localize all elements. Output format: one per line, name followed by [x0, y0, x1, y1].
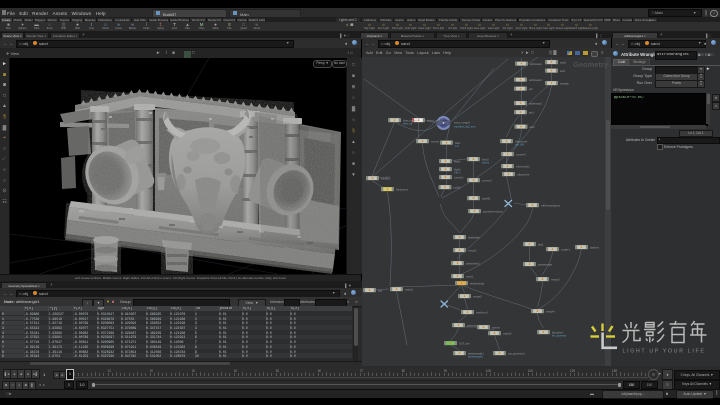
svg-text:stash: stash: [560, 61, 567, 64]
svg-text:3 in: 3 in: [455, 145, 460, 148]
svg-text:exploded_obj1_smo: exploded_obj1_smo: [454, 126, 476, 129]
svg-text:convert3: convert3: [482, 179, 492, 182]
svg-text:platform: platform: [590, 246, 599, 249]
svg-text:switch1: switch1: [405, 288, 414, 291]
svg-text:grid1: grid1: [538, 243, 544, 246]
svg-text:attribwrangle1: attribwrangle1: [468, 356, 484, 359]
svg-text:polyfill1: polyfill1: [482, 197, 491, 200]
svg-text:wrangle: wrangle: [560, 82, 569, 85]
svg-text:attr2: attr2: [530, 126, 536, 129]
svg-text:merge5: merge5: [473, 295, 482, 298]
svg-text:convert4: convert4: [516, 153, 526, 156]
svg-text:transform1: transform1: [476, 311, 489, 314]
svg-text:attribswap2: attribswap2: [529, 102, 542, 105]
svg-text:merge2: merge2: [468, 249, 477, 252]
svg-text:convert1: convert1: [454, 176, 464, 179]
svg-text:attribwrangle: attribwrangle: [470, 282, 485, 285]
svg-text:attribdelete: attribdelete: [468, 236, 481, 239]
svg-text:polyfill: polyfill: [454, 186, 461, 189]
svg-text:14k in: 14k in: [454, 172, 461, 175]
svg-text:scatter1: scatter1: [561, 248, 571, 251]
svg-text:merge3: merge3: [551, 278, 560, 281]
svg-text:blast1: blast1: [454, 160, 461, 163]
svg-text:attr3: attr3: [560, 70, 566, 73]
svg-text:fluidsource: fluidsource: [396, 188, 409, 191]
svg-text:geo: geo: [378, 289, 383, 292]
svg-text:clean1: clean1: [466, 275, 474, 278]
svg-text:every_merged: every_merged: [454, 122, 471, 125]
svg-text:pointsfromvolume: pointsfromvolume: [483, 210, 503, 213]
svg-text:pointwrangle: pointwrangle: [538, 263, 553, 266]
svg-text:attr1: attr1: [529, 111, 535, 114]
svg-text:vdbsmooth1: vdbsmooth1: [516, 165, 530, 168]
svg-text:attr: attr: [529, 88, 533, 91]
svg-text:attribswap: attribswap: [530, 63, 542, 66]
svg-text:rop_geometry1: rop_geometry1: [508, 352, 525, 355]
svg-text:vdbfrompolygons: vdbfrompolygons: [541, 204, 561, 207]
svg-text:LIGHT UP YOUR LIFE: LIGHT UP YOUR LIFE: [623, 349, 706, 355]
svg-text:isooffset: isooffset: [381, 177, 391, 180]
svg-text:bbox_all: bbox_all: [403, 123, 412, 126]
svg-text:file_geometry: file_geometry: [552, 335, 567, 338]
svg-text:OUT_sim: OUT_sim: [459, 342, 470, 345]
svg-text:Geometry: Geometry: [573, 60, 609, 69]
svg-text:attribdelete1: attribdelete1: [466, 262, 480, 265]
svg-text:attribswap1: attribswap1: [529, 79, 542, 82]
svg-text:output0: output0: [503, 332, 512, 335]
svg-text:stones: stones: [482, 162, 490, 165]
svg-text:merge4: merge4: [546, 310, 555, 313]
svg-text:normal: normal: [492, 326, 500, 329]
svg-text:vdbconvert: vdbconvert: [517, 173, 530, 176]
svg-text:convert: convert: [431, 140, 440, 143]
svg-text:vdb 10%: vdb 10%: [515, 144, 525, 147]
